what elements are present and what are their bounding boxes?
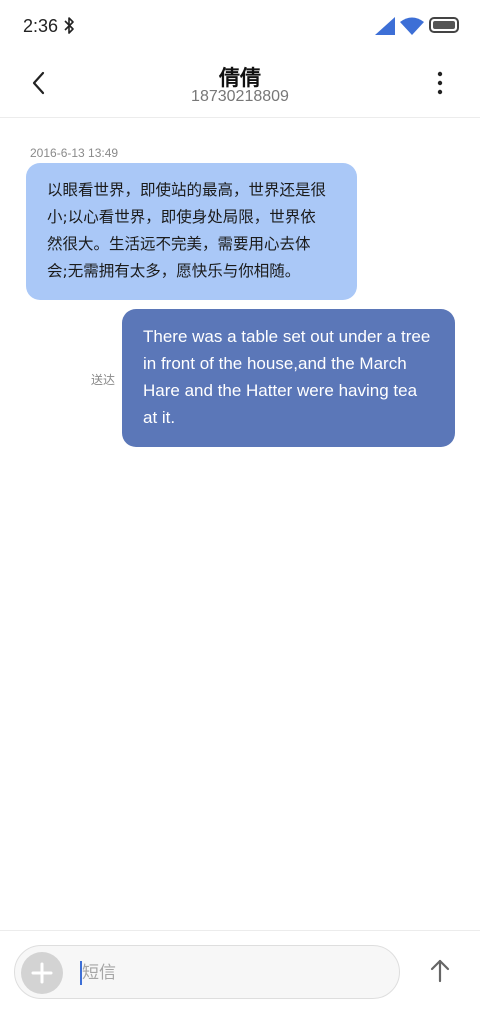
incoming-message-bubble[interactable]: 以眼看世界，即使站的最高，世界还是很 小;以心看世界，即使身处局限，世界依 然很… xyxy=(26,163,357,300)
battery-icon xyxy=(429,17,459,33)
message-composer xyxy=(0,930,480,1013)
conversation-header: 倩倩 18730218809 xyxy=(0,52,480,118)
plus-icon xyxy=(31,962,53,984)
signal-icon xyxy=(375,17,395,35)
message-line: at it. xyxy=(143,408,176,427)
message-line: in front of the house,and the March xyxy=(143,354,407,373)
arrow-up-icon[interactable] xyxy=(426,957,454,985)
outgoing-message-bubble[interactable]: There was a table set out under a tree i… xyxy=(122,309,455,447)
message-input-container[interactable] xyxy=(14,945,400,999)
message-line: 会;无需拥有太多，愿快乐与你相随。 xyxy=(47,262,301,280)
bluetooth-icon xyxy=(64,17,74,34)
message-timestamp: 2016-6-13 13:49 xyxy=(30,146,119,160)
status-time: 2:36 xyxy=(23,16,59,36)
wifi-icon xyxy=(400,17,424,35)
message-line: 以眼看世界，即使站的最高，世界还是很 xyxy=(47,181,327,199)
message-input[interactable] xyxy=(82,957,382,989)
contact-number: 18730218809 xyxy=(191,88,289,105)
message-line: 小;以心看世界，即使身处局限，世界依 xyxy=(47,208,316,226)
message-line: Hare and the Hatter were having tea xyxy=(143,381,418,400)
delivery-status: 送达 xyxy=(91,373,116,387)
status-bar: 2:36 xyxy=(0,0,480,52)
more-vertical-icon[interactable] xyxy=(430,70,450,96)
message-line: There was a table set out under a tree xyxy=(143,327,431,346)
message-line: 然很大。生活远不完美，需要用心去体 xyxy=(47,235,311,253)
add-attachment-button[interactable] xyxy=(21,952,63,994)
